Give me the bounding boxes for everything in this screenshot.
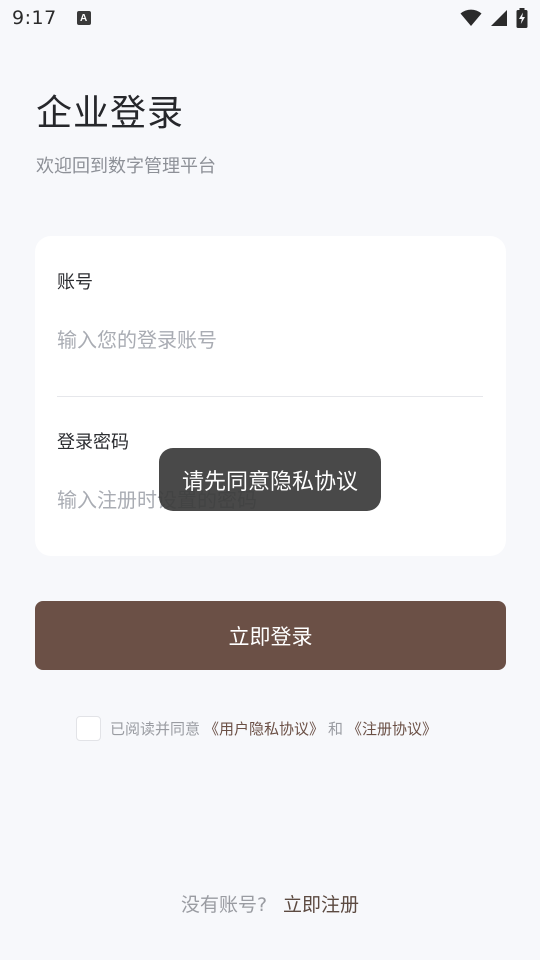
field-divider	[57, 396, 483, 397]
wifi-icon	[460, 9, 482, 26]
agreement-prefix: 已阅读并同意	[110, 719, 201, 738]
battery-charging-icon	[516, 8, 528, 28]
registration-agreement-link[interactable]: 《注册协议》	[347, 718, 437, 739]
privacy-policy-link[interactable]: 《用户隐私协议》	[204, 718, 324, 739]
page-title: 企业登录	[36, 93, 185, 134]
no-account-text: 没有账号?	[180, 894, 268, 916]
notification-a-icon: A	[76, 11, 91, 25]
agreement-checkbox[interactable]	[76, 715, 101, 741]
toast-message: 请先同意隐私协议	[159, 448, 381, 511]
register-row: 没有账号? 立即注册	[0, 890, 540, 917]
signal-icon	[491, 10, 507, 26]
agreement-conjunction: 和	[328, 719, 344, 738]
status-icons	[460, 8, 528, 28]
account-label: 账号	[57, 272, 93, 293]
agreement-row: 已阅读并同意 《用户隐私协议》 和 《注册协议》	[76, 715, 441, 741]
password-label: 登录密码	[57, 432, 129, 453]
account-input[interactable]	[57, 318, 483, 362]
register-link[interactable]: 立即注册	[283, 890, 359, 917]
status-time: 9:17	[12, 7, 57, 29]
status-bar: 9:17 A	[0, 0, 540, 36]
login-button[interactable]: 立即登录	[35, 601, 506, 670]
page-subtitle: 欢迎回到数字管理平台	[36, 156, 216, 177]
